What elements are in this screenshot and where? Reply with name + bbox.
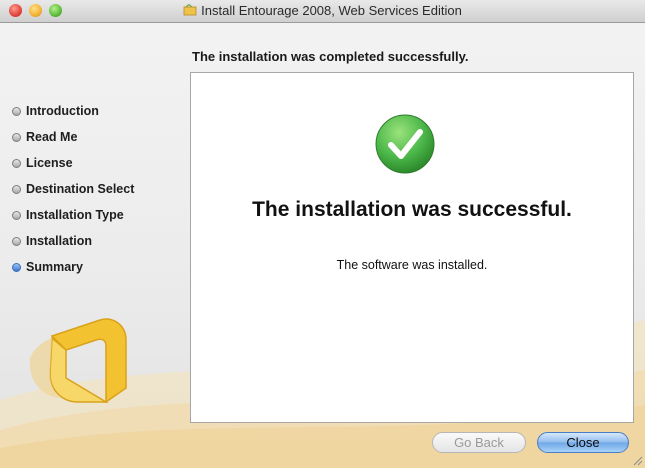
step-introduction: Introduction <box>12 98 134 124</box>
step-label: License <box>26 156 73 170</box>
step-installation-type: Installation Type <box>12 202 134 228</box>
window-title: Install Entourage 2008, Web Services Edi… <box>201 3 462 18</box>
step-label: Installation <box>26 234 92 248</box>
office-logo-icon <box>29 318 127 403</box>
step-label: Introduction <box>26 104 99 118</box>
summary-panel: The installation was successful. The sof… <box>190 72 634 423</box>
step-installation: Installation <box>12 228 134 254</box>
title-bar[interactable]: Install Entourage 2008, Web Services Edi… <box>0 0 645 23</box>
step-bullet-icon <box>12 236 21 246</box>
step-label: Destination Select <box>26 182 135 196</box>
step-bullet-icon <box>12 210 21 220</box>
step-bullet-icon <box>12 106 21 116</box>
step-label: Read Me <box>26 130 78 144</box>
step-bullet-icon <box>12 132 21 142</box>
window-title-container: Install Entourage 2008, Web Services Edi… <box>0 3 645 18</box>
step-label: Installation Type <box>26 208 124 222</box>
step-destination-select: Destination Select <box>12 176 134 202</box>
steps-sidebar: Introduction Read Me License Destination… <box>12 98 134 280</box>
step-bullet-icon <box>12 158 21 168</box>
step-read-me: Read Me <box>12 124 134 150</box>
success-message: The software was installed. <box>336 258 488 272</box>
step-license: License <box>12 150 134 176</box>
installer-package-icon <box>183 4 197 16</box>
step-bullet-active-icon <box>12 262 21 272</box>
step-summary: Summary <box>12 254 134 280</box>
checkmark-icon <box>375 114 435 174</box>
step-bullet-icon <box>12 184 21 194</box>
page-heading: The installation was completed successfu… <box>192 49 469 64</box>
step-label: Summary <box>26 260 83 274</box>
installer-window: Install Entourage 2008, Web Services Edi… <box>0 0 645 468</box>
resize-grip-icon[interactable] <box>632 455 643 466</box>
close-button[interactable]: Close <box>537 432 629 453</box>
success-title: The installation was successful. <box>252 198 572 221</box>
go-back-button[interactable]: Go Back <box>432 432 526 453</box>
